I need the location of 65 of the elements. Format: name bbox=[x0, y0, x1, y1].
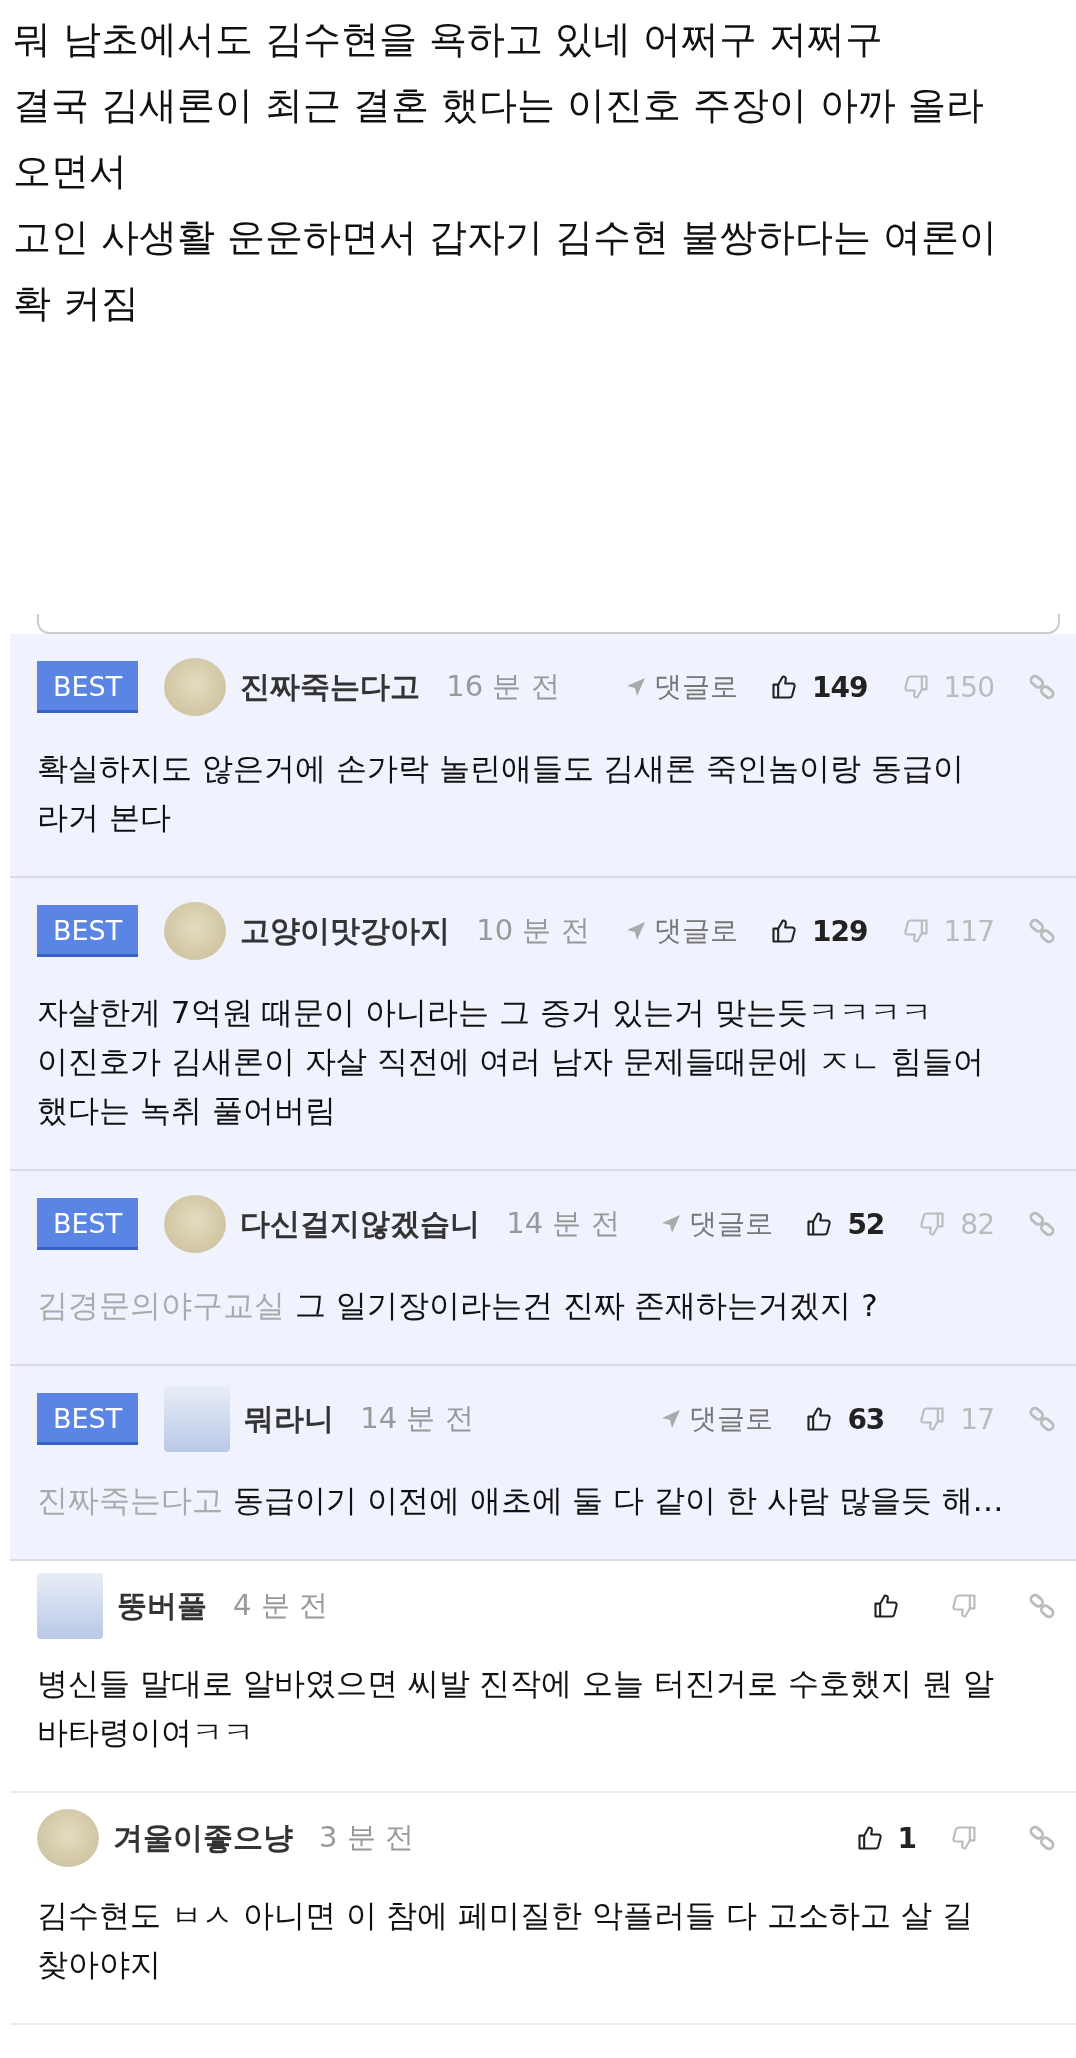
comment-time: 16 분 전 bbox=[446, 668, 560, 705]
best-badge: BEST bbox=[37, 1198, 139, 1250]
dislike-count: 150 bbox=[943, 670, 994, 704]
comment-text: 찾아야지 bbox=[37, 1946, 161, 1982]
user-name[interactable]: 뚱버풀 bbox=[117, 1585, 207, 1627]
best-badge: BEST bbox=[37, 661, 139, 713]
thumbs-up-icon[interactable] bbox=[872, 1592, 900, 1620]
user-name[interactable]: 겨울이좋으냥 bbox=[113, 1817, 293, 1859]
comment-text: 라거 본다 bbox=[37, 799, 171, 835]
like-count: 52 bbox=[847, 1207, 885, 1241]
like-count: 149 bbox=[812, 670, 868, 704]
thumbs-down-icon[interactable] bbox=[901, 673, 930, 701]
avatar-placeholder[interactable] bbox=[164, 1386, 231, 1452]
post-text: 고인 사생활 운운하면서 갑자기 김수현 불쌍하다는 여론이 bbox=[13, 214, 999, 261]
thumbs-down-icon[interactable] bbox=[901, 917, 930, 945]
thumbs-up-icon[interactable] bbox=[805, 1405, 834, 1433]
best-badge: BEST bbox=[37, 1393, 139, 1445]
thumbs-down-icon[interactable] bbox=[950, 1592, 978, 1620]
user-name[interactable]: 고양이맛강아지 bbox=[240, 910, 451, 952]
user-name[interactable]: 진짜죽는다고 bbox=[240, 666, 421, 708]
post-text: 오면서 bbox=[13, 148, 128, 195]
post-text: 확 커짐 bbox=[13, 280, 141, 327]
dislike-count: 117 bbox=[943, 914, 994, 948]
comment-text: 병신들 말대로 알바였으면 씨발 진작에 오늘 터진거로 수호했지 뭔 알 bbox=[37, 1665, 994, 1701]
avatar-placeholder[interactable] bbox=[37, 1573, 103, 1639]
thumbs-up-icon[interactable] bbox=[770, 673, 799, 701]
best-badge: BEST bbox=[37, 905, 139, 957]
dislike-count: 82 bbox=[960, 1207, 994, 1241]
comment-time: 14 분 전 bbox=[360, 1400, 474, 1437]
comment-text: 자살한게 7억원 때문이 아니라는 그 증거 있는거 맞는듯ㅋㅋㅋㅋ bbox=[37, 994, 932, 1030]
comment-text: 바타령이여ㅋㅋ bbox=[37, 1714, 254, 1750]
link-icon[interactable] bbox=[1028, 917, 1056, 945]
link-icon[interactable] bbox=[1028, 1210, 1056, 1238]
reply-button[interactable]: 댓글로 bbox=[624, 912, 739, 950]
thumbs-up-icon[interactable] bbox=[770, 917, 799, 945]
comment-text: 김수현도 ㅂㅅ 아니면 이 참에 페미질한 악플러들 다 고소하고 살 길 bbox=[37, 1897, 973, 1933]
comment-time: 4 분 전 bbox=[233, 1587, 328, 1624]
dislike-count: 17 bbox=[960, 1402, 994, 1436]
comment-text: 이진호가 김새론이 자살 직전에 여러 남자 문제들때문에 ㅈㄴ 힘들어 bbox=[37, 1043, 984, 1079]
reply-button[interactable]: 댓글로 bbox=[624, 668, 739, 706]
post-text: 뭐 남초에서도 김수현을 욕하고 있네 어쩌구 저쩌구 bbox=[13, 16, 885, 63]
like-count: 129 bbox=[812, 914, 868, 948]
user-name[interactable]: 뭐라니 bbox=[244, 1398, 335, 1440]
link-icon[interactable] bbox=[1028, 1592, 1056, 1620]
thumbs-down-icon[interactable] bbox=[918, 1405, 947, 1433]
thumbs-up-icon[interactable] bbox=[855, 1824, 884, 1852]
comment-text: 동급이기 이전에 애초에 둘 다 같이 한 사람 많을듯 해… bbox=[232, 1482, 1004, 1518]
comment-text: 확실하지도 않은거에 손가락 놀린애들도 김새론 죽인놈이랑 동급이 bbox=[37, 750, 965, 786]
link-icon[interactable] bbox=[1028, 1405, 1056, 1433]
like-count: 63 bbox=[847, 1402, 885, 1436]
reply-button[interactable]: 댓글로 bbox=[659, 1400, 774, 1438]
thumbs-down-icon[interactable] bbox=[918, 1210, 947, 1238]
comment-text: 했다는 녹취 풀어버림 bbox=[37, 1092, 336, 1128]
post-text: 결국 김새론이 최근 결혼 했다는 이진호 주장이 아까 올라 bbox=[13, 82, 985, 129]
link-icon[interactable] bbox=[1028, 673, 1056, 701]
thumbs-up-icon[interactable] bbox=[805, 1210, 834, 1238]
user-name[interactable]: 다신걸지않겠습니 bbox=[240, 1203, 481, 1245]
comment-time: 3 분 전 bbox=[319, 1819, 414, 1856]
reply-button[interactable]: 댓글로 bbox=[659, 1205, 774, 1243]
thumbs-down-icon[interactable] bbox=[950, 1824, 978, 1852]
comment-text: 그 일기장이라는건 진짜 존재하는거겠지 ? bbox=[294, 1287, 878, 1323]
link-icon[interactable] bbox=[1028, 1824, 1056, 1852]
comment-time: 10 분 전 bbox=[476, 912, 590, 949]
like-count: 1 bbox=[897, 1821, 916, 1855]
comment-time: 14 분 전 bbox=[506, 1205, 620, 1242]
